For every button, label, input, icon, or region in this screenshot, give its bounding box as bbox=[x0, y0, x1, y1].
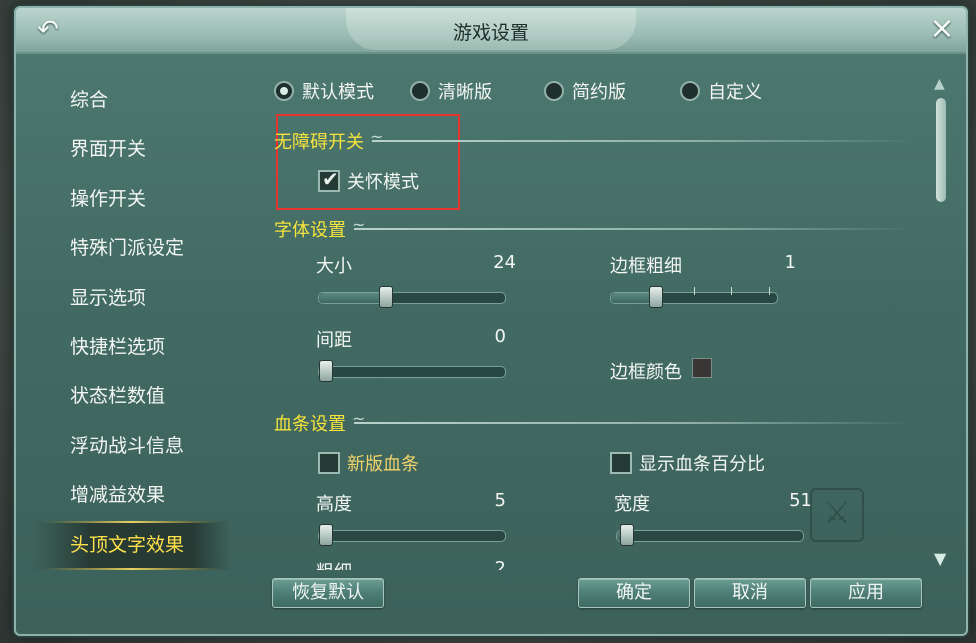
section-accessibility: 无障碍开关 bbox=[274, 127, 914, 154]
slider-thumb[interactable] bbox=[319, 524, 333, 546]
confirm-button[interactable]: 确定 bbox=[578, 578, 690, 608]
sidebar-item-status-values[interactable]: 状态栏数值 bbox=[32, 372, 232, 421]
spacing-value: 0 bbox=[494, 326, 506, 347]
border-color-swatch[interactable] bbox=[692, 358, 712, 378]
spacing-label: 间距 bbox=[316, 330, 352, 351]
bar-height-value: 5 bbox=[494, 490, 506, 511]
radio-button[interactable] bbox=[544, 81, 564, 101]
sword-icon: ⚔ bbox=[810, 488, 864, 542]
bar-width-slider[interactable] bbox=[616, 524, 804, 546]
mode-label: 自定义 bbox=[708, 82, 762, 103]
border-thickness-label: 边框粗细 bbox=[610, 256, 682, 277]
section-title: 字体设置 bbox=[274, 220, 346, 241]
mode-label: 简约版 bbox=[572, 82, 626, 103]
bar-width-label: 宽度 bbox=[614, 494, 650, 515]
section-divider bbox=[370, 127, 914, 146]
care-mode-checkbox[interactable] bbox=[318, 167, 340, 192]
section-health-bar: 血条设置 bbox=[274, 409, 914, 436]
font-size-slider[interactable] bbox=[318, 286, 506, 308]
show-percent-row[interactable]: 显示血条百分比 bbox=[610, 450, 765, 476]
content-scrollbar[interactable]: ▲ ▼ bbox=[934, 76, 948, 568]
border-color-label: 边框颜色 bbox=[610, 362, 682, 383]
slider-tick bbox=[694, 287, 695, 295]
care-mode-checkbox-row[interactable]: 关怀模式 bbox=[318, 167, 419, 194]
show-percent-checkbox[interactable] bbox=[610, 452, 632, 474]
sidebar-item-control-toggles[interactable]: 操作开关 bbox=[32, 175, 232, 224]
font-size-value: 24 bbox=[493, 252, 516, 273]
mode-option-custom[interactable]: 自定义 bbox=[680, 78, 762, 104]
border-thickness-slider[interactable] bbox=[610, 286, 778, 308]
new-health-bar-label: 新版血条 bbox=[347, 454, 419, 475]
sidebar-item-special-sect[interactable]: 特殊门派设定 bbox=[32, 224, 232, 273]
apply-button[interactable]: 应用 bbox=[810, 578, 922, 608]
cancel-button[interactable]: 取消 bbox=[694, 578, 806, 608]
bar-thickness-label: 粗细 bbox=[316, 558, 352, 570]
sidebar-item-overhead-text[interactable]: 头顶文字效果 bbox=[32, 520, 232, 571]
sidebar-item-general[interactable]: 综合 bbox=[32, 76, 232, 125]
mode-selector: 默认模式 清晰版 简约版 自定义 bbox=[272, 78, 932, 108]
sidebar-item-buffs-debuffs[interactable]: 增减益效果 bbox=[32, 471, 232, 520]
bar-height-slider[interactable] bbox=[318, 524, 506, 546]
mode-label: 清晰版 bbox=[438, 82, 492, 103]
slider-thumb[interactable] bbox=[319, 360, 333, 382]
section-font: 字体设置 bbox=[274, 215, 914, 242]
restore-defaults-button[interactable]: 恢复默认 bbox=[272, 578, 384, 608]
settings-window: 游戏设置 ↶ × 综合 界面开关 操作开关 特殊门派设定 显示选项 快捷栏选项 … bbox=[14, 6, 968, 636]
radio-button[interactable] bbox=[680, 81, 700, 101]
border-thickness-value: 1 bbox=[784, 252, 796, 273]
radio-button[interactable] bbox=[410, 81, 430, 101]
title-bar: 游戏设置 ↶ × bbox=[16, 8, 966, 54]
section-title: 血条设置 bbox=[274, 414, 346, 435]
bar-height-label: 高度 bbox=[316, 494, 352, 515]
section-divider bbox=[352, 215, 914, 234]
new-health-bar-row[interactable]: 新版血条 bbox=[318, 450, 419, 476]
window-title: 游戏设置 bbox=[452, 22, 529, 44]
scroll-down-icon[interactable]: ▼ bbox=[934, 549, 946, 568]
care-mode-label: 关怀模式 bbox=[347, 172, 419, 193]
font-size-label: 大小 bbox=[316, 256, 352, 277]
slider-thumb[interactable] bbox=[649, 286, 663, 308]
slider-tick bbox=[769, 287, 770, 295]
spacing-slider[interactable] bbox=[318, 360, 506, 382]
show-percent-label: 显示血条百分比 bbox=[639, 454, 765, 475]
mode-option-default[interactable]: 默认模式 bbox=[274, 78, 374, 104]
slider-fill bbox=[319, 293, 386, 303]
sidebar-item-interface-toggles[interactable]: 界面开关 bbox=[32, 125, 232, 174]
bar-width-value: 51 bbox=[789, 490, 812, 511]
close-icon[interactable]: × bbox=[928, 14, 956, 44]
section-divider bbox=[352, 409, 914, 428]
slider-tick bbox=[731, 287, 732, 295]
bar-thickness-value: 2 bbox=[494, 558, 506, 570]
mode-option-simple[interactable]: 简约版 bbox=[544, 78, 626, 104]
slider-thumb[interactable] bbox=[379, 286, 393, 308]
slider-thumb[interactable] bbox=[620, 524, 634, 546]
sidebar-item-hotbar-options[interactable]: 快捷栏选项 bbox=[32, 323, 232, 372]
scrollbar-thumb[interactable] bbox=[936, 98, 946, 202]
sidebar-item-floating-combat[interactable]: 浮动战斗信息 bbox=[32, 422, 232, 471]
mode-option-clear[interactable]: 清晰版 bbox=[410, 78, 492, 104]
new-health-bar-checkbox[interactable] bbox=[318, 452, 340, 474]
sidebar-item-display-options[interactable]: 显示选项 bbox=[32, 274, 232, 323]
section-title: 无障碍开关 bbox=[274, 132, 364, 153]
settings-sidebar: 综合 界面开关 操作开关 特殊门派设定 显示选项 快捷栏选项 状态栏数值 浮动战… bbox=[32, 76, 232, 571]
back-arrow-icon[interactable]: ↶ bbox=[30, 16, 66, 44]
mode-label: 默认模式 bbox=[302, 82, 374, 103]
radio-button[interactable] bbox=[274, 81, 294, 101]
scroll-up-icon[interactable]: ▲ bbox=[934, 76, 945, 92]
